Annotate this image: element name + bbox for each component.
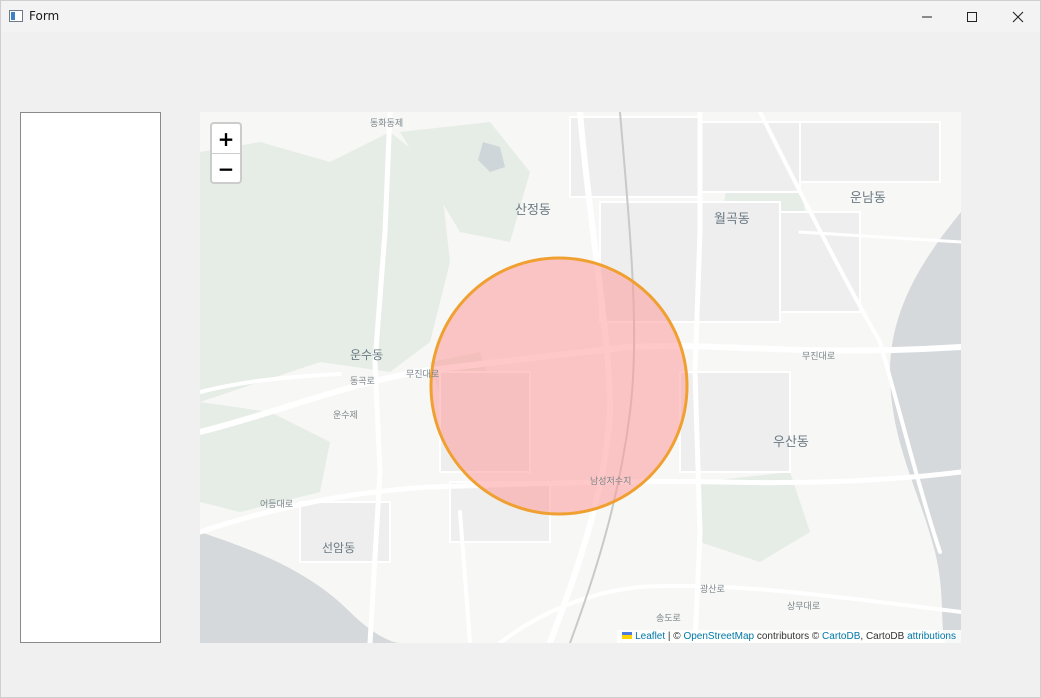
zoom-in-button[interactable]: +: [212, 124, 240, 154]
maximize-button[interactable]: [949, 1, 995, 32]
yeongsan-river: [890, 212, 961, 643]
attribution-sep: | ©: [665, 631, 684, 642]
label-mujin2: 무진대로: [802, 351, 835, 362]
label-seonam: 선암동: [322, 541, 355, 555]
maximize-icon: [967, 11, 977, 22]
minimize-button[interactable]: [904, 1, 950, 32]
attributions-link[interactable]: attributions: [907, 631, 956, 642]
minimize-icon: [922, 16, 932, 17]
window-title: Form: [29, 9, 60, 23]
label-unnam: 운남동: [850, 191, 886, 206]
map-tiles[interactable]: 동화동제 산정동 월곡동 운남동 운수동 우산동 선암동 남성저수지 운수제 무…: [200, 112, 961, 643]
label-unsuje: 운수제: [333, 410, 358, 421]
label-wolgok: 월곡동: [714, 212, 750, 227]
map-view[interactable]: 동화동제 산정동 월곡동 운남동 운수동 우산동 선암동 남성저수지 운수제 무…: [200, 112, 961, 643]
app-window: Form 동화동제 산정동 월곡동 운남동 운수동 우산동 선암동 남성저수지 …: [0, 0, 1041, 698]
zoom-out-button[interactable]: −: [212, 154, 240, 183]
label-namsung: 남성저수지: [590, 476, 631, 487]
label-songdo: 송도로: [656, 613, 681, 624]
label-eodeung: 어등대로: [260, 499, 293, 510]
title-bar[interactable]: Form: [1, 1, 1040, 32]
attribution-contributors: contributors ©: [754, 631, 823, 642]
openstreetmap-link[interactable]: OpenStreetMap: [683, 631, 754, 642]
label-gwangsan: 광산로: [700, 583, 725, 595]
label-mujin1: 무진대로: [406, 369, 439, 380]
label-dongwha: 동화동제: [370, 118, 403, 129]
label-dongok: 동곡로: [350, 376, 375, 387]
map-attribution: Leaflet | © OpenStreetMap contributors ©…: [617, 630, 961, 643]
ukraine-flag-icon: [622, 631, 633, 639]
close-icon: [1012, 11, 1024, 22]
leaflet-link[interactable]: Leaflet: [635, 631, 665, 642]
label-usan: 우산동: [773, 435, 809, 450]
label-sanjeong: 산정동: [515, 203, 551, 218]
close-button[interactable]: [995, 1, 1041, 32]
radius-circle[interactable]: [429, 256, 689, 516]
cartodb-link[interactable]: CartoDB: [822, 631, 860, 642]
zoom-control: + −: [210, 122, 242, 184]
label-unsu: 운수동: [350, 348, 383, 362]
attribution-cartodb: , CartoDB: [860, 631, 908, 642]
form-app-icon: [9, 10, 23, 22]
list-box[interactable]: [20, 112, 161, 643]
label-sangmu: 상무대로: [787, 601, 820, 612]
